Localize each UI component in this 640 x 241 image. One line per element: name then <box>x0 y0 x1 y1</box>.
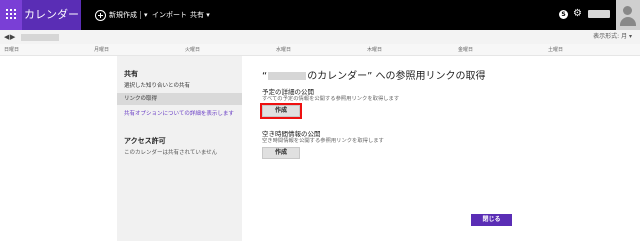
avatar[interactable] <box>616 0 640 30</box>
weekday-label: 日曜日 <box>4 47 20 53</box>
share-sidebar: 共有 選択した知り合いとの共有 リンクの取得 共有オプションについての詳細を表示… <box>117 56 242 241</box>
new-button[interactable]: 新規作成 ▾ <box>95 0 148 30</box>
title-text: のカレンダー” への参照用リンクの取得 <box>307 71 486 82</box>
share-options-help-link[interactable]: 共有オプションについての詳細を表示します <box>124 109 234 117</box>
calendar-name-redacted <box>268 72 307 80</box>
share-dialog: 共有 選択した知り合いとの共有 リンクの取得 共有オプションについての詳細を表示… <box>117 56 524 241</box>
create-freebusy-link-button[interactable]: 作成 <box>262 147 300 159</box>
weekday-label: 土曜日 <box>548 47 564 53</box>
skype-icon[interactable]: S <box>559 10 568 19</box>
weekday-label: 木曜日 <box>367 47 383 53</box>
weekday-label: 火曜日 <box>185 47 201 53</box>
weekday-label: 金曜日 <box>458 47 474 53</box>
plus-circle-icon <box>95 9 106 21</box>
top-app-bar: カレンダー 新規作成 ▾ インポート 共有 ▾ S ⚙ <box>0 0 640 30</box>
month-label-redacted <box>21 34 59 41</box>
view-mode-selector[interactable]: 表示形式: 月 ▾ <box>593 30 632 44</box>
access-status-text: このカレンダーは共有されていません <box>124 150 218 156</box>
sidebar-item-share-with-people[interactable]: 選択した知り合いとの共有 <box>117 80 242 92</box>
previous-arrow-icon[interactable]: ◀ <box>4 33 9 41</box>
close-button[interactable]: 閉じる <box>471 214 512 226</box>
weekday-label: 月曜日 <box>94 47 110 53</box>
next-arrow-icon[interactable]: ▶ <box>10 33 15 41</box>
title-open-quote: “ <box>262 71 268 82</box>
gear-icon[interactable]: ⚙ <box>573 8 582 20</box>
import-button[interactable]: インポート <box>152 0 187 30</box>
chevron-down-icon: ▾ <box>206 11 210 19</box>
weekday-header: 日曜日 月曜日 火曜日 水曜日 木曜日 金曜日 土曜日 <box>0 44 640 56</box>
share-section-heading: 共有 <box>124 70 138 78</box>
share-button-label: 共有 <box>190 11 204 19</box>
user-name-redacted[interactable] <box>588 10 610 18</box>
divider <box>140 11 141 19</box>
details-description: すべての予定の情報を公開する参照用リンクを取得します <box>262 96 400 102</box>
sidebar-item-get-link[interactable]: リンクの取得 <box>117 93 242 105</box>
freebusy-description: 空き時間情報を公開する参照用リンクを取得します <box>262 138 384 144</box>
weekday-label: 水曜日 <box>276 47 292 53</box>
new-button-label: 新規作成 <box>109 11 137 19</box>
chevron-down-icon[interactable]: ▾ <box>144 0 148 30</box>
dialog-title: “ のカレンダー” への参照用リンクの取得 <box>262 67 486 82</box>
app-name[interactable]: カレンダー <box>22 0 81 30</box>
waffle-icon[interactable] <box>0 0 22 30</box>
access-section-heading: アクセス許可 <box>124 137 166 145</box>
calendar-nav-bar: ◀ ▶ 表示形式: 月 ▾ <box>0 30 640 44</box>
create-details-link-button[interactable]: 作成 <box>260 103 302 119</box>
share-button[interactable]: 共有 ▾ <box>190 0 210 30</box>
